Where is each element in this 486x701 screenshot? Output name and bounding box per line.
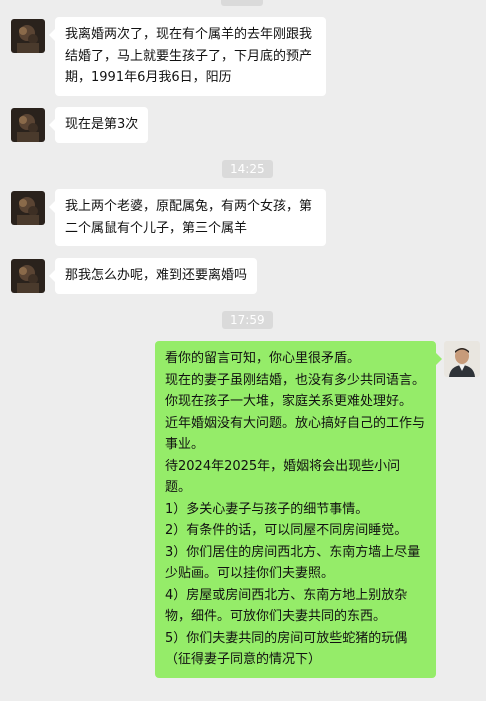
user-avatar[interactable] bbox=[444, 341, 480, 377]
message-bubble-incoming[interactable]: 那我怎么办呢，难到还要离婚吗 bbox=[48, 258, 258, 294]
message-bubble-incoming[interactable]: 现在是第3次 bbox=[48, 107, 149, 143]
timestamp-partial bbox=[221, 0, 263, 6]
contact-avatar[interactable] bbox=[11, 191, 45, 225]
message-bubble-incoming[interactable]: 我上两个老婆，原配属兔，有两个女孩，第二个属鼠有个儿子，第三个属羊 bbox=[49, 189, 326, 246]
message-bubble-outgoing[interactable]: 看你的留言可知，你心里很矛盾。 现在的妻子虽刚结婚，也没有多少共同语言。 你现在… bbox=[155, 341, 442, 678]
timestamp: 14:25 bbox=[222, 160, 273, 178]
contact-avatar[interactable] bbox=[11, 259, 45, 293]
contact-avatar[interactable] bbox=[11, 19, 45, 53]
message-bubble-incoming[interactable]: 我离婚两次了，现在有个属羊的去年刚跟我结婚了，马上就要生孩子了，下月底的预产期，… bbox=[49, 17, 326, 96]
timestamp: 17:59 bbox=[222, 311, 273, 329]
contact-avatar[interactable] bbox=[11, 108, 45, 142]
